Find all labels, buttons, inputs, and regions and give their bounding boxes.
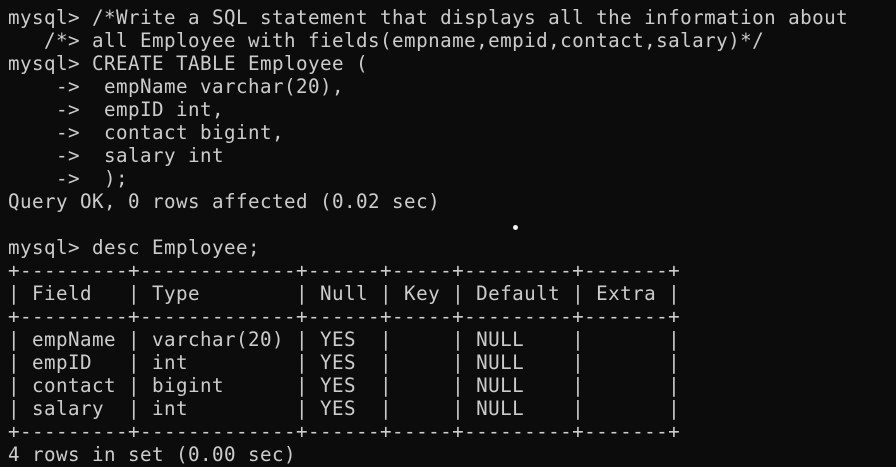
table-border-top: +---------+-------------+------+-----+--… bbox=[8, 259, 681, 282]
mouse-cursor-dot bbox=[513, 225, 518, 230]
table-row: | salary | int | YES | | NULL | | bbox=[8, 397, 681, 420]
terminal-line-comment-1: mysql> /*Write a SQL statement that disp… bbox=[8, 6, 849, 29]
terminal-line-col-empname: -> empName varchar(20), bbox=[8, 75, 345, 98]
table-row: | empID | int | YES | | NULL | | bbox=[8, 351, 681, 374]
table-border-header: +---------+-------------+------+-----+--… bbox=[8, 305, 681, 328]
terminal-line-create: mysql> CREATE TABLE Employee ( bbox=[8, 52, 369, 75]
terminal-line-desc: mysql> desc Employee; bbox=[8, 236, 261, 259]
terminal-window[interactable]: +---------+-------+ mysql> /*Write a SQL… bbox=[0, 0, 896, 467]
terminal-line-col-empid: -> empID int, bbox=[8, 98, 225, 121]
terminal-line-comment-2: /*> all Employee with fields(empname,emp… bbox=[8, 29, 765, 52]
terminal-line-query-ok: Query OK, 0 rows affected (0.02 sec) bbox=[8, 190, 441, 213]
terminal-line-col-contact: -> contact bigint, bbox=[8, 121, 285, 144]
table-row: | contact | bigint | YES | | NULL | | bbox=[8, 374, 681, 397]
terminal-line-col-salary: -> salary int bbox=[8, 144, 225, 167]
table-row: | empName | varchar(20) | YES | | NULL |… bbox=[8, 328, 681, 351]
terminal-line-rows-in-set: 4 rows in set (0.00 sec) bbox=[8, 443, 297, 466]
table-header-row: | Field | Type | Null | Key | Default | … bbox=[8, 282, 681, 305]
terminal-line-close-paren: -> ); bbox=[8, 167, 129, 190]
table-border-bottom: +---------+-------------+------+-----+--… bbox=[8, 420, 681, 443]
